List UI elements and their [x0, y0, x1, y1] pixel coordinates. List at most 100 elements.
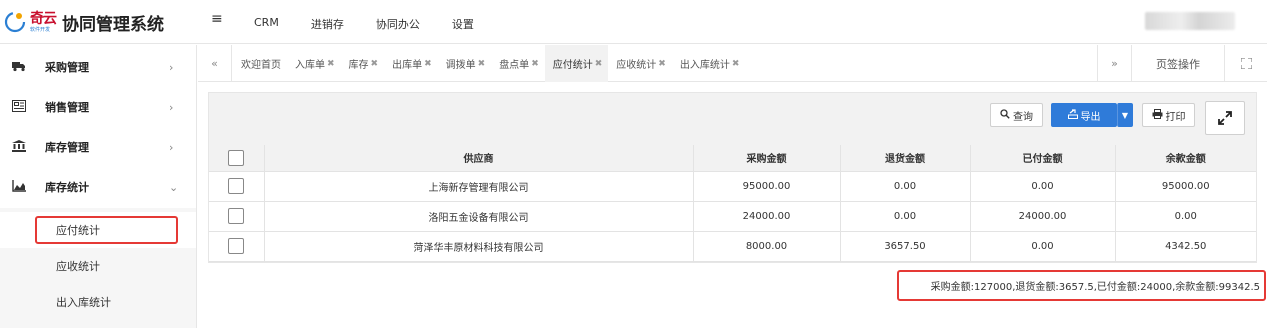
close-icon[interactable]: ✖ — [531, 59, 539, 69]
sidebar-subitem-label: 应收统计 — [56, 260, 100, 273]
column-header-supplier[interactable]: 供应商 — [263, 145, 694, 172]
sidebar-item-purchase[interactable]: 采购管理 › — [0, 47, 196, 87]
cell-supplier: 菏泽华丰原材料科技有限公司 — [263, 230, 694, 262]
export-label: 导出 — [1080, 111, 1101, 123]
bank-icon — [11, 139, 27, 155]
table-row[interactable]: 洛阳五金设备有限公司 24000.00 0.00 24000.00 0.00 — [209, 200, 1256, 232]
tab-label: 出库单 — [392, 60, 423, 71]
print-label: 打印 — [1165, 111, 1186, 123]
tabs-scroll-right-icon[interactable]: » — [1097, 45, 1131, 82]
row-checkbox[interactable] — [228, 238, 245, 254]
tab-label: 应付统计 — [552, 60, 593, 71]
logo-mark-icon — [4, 10, 26, 34]
select-all-checkbox[interactable] — [228, 149, 245, 166]
row-checkbox[interactable] — [228, 208, 245, 224]
chevron-right-icon: › — [169, 100, 174, 114]
tab-stocktake[interactable]: 盘点单 ✖ — [491, 45, 545, 82]
sidebar-subitem-receivables[interactable]: 应收统计 — [0, 248, 196, 284]
tab-label: 盘点单 — [499, 60, 530, 71]
sidebar-subitem-label: 应付统计 — [56, 224, 100, 237]
search-icon — [1000, 108, 1010, 122]
totals-summary: 采购金额:127000,退货金额:3657.5,已付金额:24000,余款金额:… — [897, 270, 1266, 301]
column-header-purchase-amount[interactable]: 采购金额 — [692, 145, 841, 172]
cell-supplier: 洛阳五金设备有限公司 — [263, 200, 694, 232]
close-icon[interactable]: ✖ — [371, 59, 379, 69]
chevron-right-icon: › — [169, 60, 174, 74]
logo-brand-name: 奇云 — [30, 10, 57, 27]
user-profile-blurred[interactable] — [1145, 12, 1235, 30]
cell-balance-amount: 95000.00 — [1114, 170, 1256, 202]
tab-stock[interactable]: 库存 ✖ — [341, 45, 385, 82]
tab-inout-stats[interactable]: 出入库统计 ✖ — [672, 45, 746, 82]
tabs-scroll-left-icon[interactable]: « — [198, 45, 232, 82]
close-icon[interactable]: ✖ — [327, 59, 335, 69]
tab-stock-out[interactable]: 出库单 ✖ — [384, 45, 438, 82]
tab-strip: « 欢迎首页 入库单 ✖ 库存 ✖ 出库单 ✖ 调拨单 ✖ 盘点单 ✖ 应付统计 ✖ 应收统… — [198, 45, 1267, 82]
sidebar-subitem-payables[interactable]: 应付统计 — [0, 212, 196, 248]
topnav-item-crm[interactable]: CRM — [254, 16, 279, 32]
cell-return-amount: 3657.50 — [839, 230, 971, 262]
sidebar-item-label: 销售管理 — [45, 101, 89, 114]
topnav-item-inventory[interactable]: 进销存 — [311, 16, 344, 32]
close-icon[interactable]: ✖ — [478, 59, 486, 69]
app-logo[interactable]: 奇云 软件开发 协同管理系统 — [4, 6, 194, 38]
register-icon — [11, 99, 27, 115]
print-button[interactable]: 打印 — [1142, 103, 1195, 127]
row-checkbox-cell — [209, 170, 265, 202]
tab-welcome[interactable]: 欢迎首页 — [233, 45, 287, 82]
payables-table: 供应商 采购金额 退货金额 已付金额 余款金额 上海新存管理有限公司 95000… — [209, 145, 1256, 262]
export-button[interactable]: 导出 — [1051, 103, 1117, 127]
export-dropdown-caret-icon[interactable]: ▼ — [1117, 103, 1133, 127]
printer-icon — [1152, 108, 1163, 122]
top-header: 奇云 软件开发 协同管理系统 ≡ CRM 进销存 协同办公 设置 — [0, 0, 1267, 44]
table-row[interactable]: 上海新存管理有限公司 95000.00 0.00 0.00 95000.00 — [209, 170, 1256, 202]
close-icon[interactable]: ✖ — [658, 59, 666, 69]
tab-payables[interactable]: 应付统计 ✖ — [544, 45, 609, 82]
table-row[interactable]: 菏泽华丰原材料科技有限公司 8000.00 3657.50 0.00 4342.… — [209, 230, 1256, 262]
cell-purchase-amount: 24000.00 — [692, 200, 841, 232]
sidebar-item-sales[interactable]: 销售管理 › — [0, 87, 196, 127]
sidebar-item-label: 库存管理 — [45, 141, 89, 154]
tab-receivables[interactable]: 应收统计 ✖ — [608, 45, 672, 82]
cell-paid-amount: 0.00 — [969, 170, 1116, 202]
close-icon[interactable]: ✖ — [595, 59, 603, 69]
table-header-row: 供应商 采购金额 退货金额 已付金额 余款金额 — [209, 145, 1256, 172]
expand-icon[interactable] — [1205, 101, 1245, 135]
cell-purchase-amount: 95000.00 — [692, 170, 841, 202]
top-nav: CRM 进销存 协同办公 设置 — [254, 16, 506, 32]
chevron-right-icon: › — [169, 140, 174, 154]
tab-label: 入库单 — [295, 60, 325, 71]
content-panel: 查询 导出 ▼ 打印 供应商 采购金额 退货金额 已付金额 余款金额 上海新存管… — [208, 92, 1257, 263]
cell-paid-amount: 0.00 — [969, 230, 1116, 262]
row-checkbox[interactable] — [228, 178, 245, 194]
close-icon[interactable]: ✖ — [424, 59, 432, 69]
sidebar-item-label: 采购管理 — [45, 61, 89, 74]
cell-return-amount: 0.00 — [839, 200, 971, 232]
sidebar-subitem-label: 出入库统计 — [56, 296, 111, 309]
tab-operations-button[interactable]: 页签操作 — [1131, 45, 1224, 82]
column-header-return-amount[interactable]: 退货金额 — [839, 145, 971, 172]
tab-transfer[interactable]: 调拨单 ✖ — [438, 45, 492, 82]
cell-supplier: 上海新存管理有限公司 — [263, 170, 694, 202]
tab-stock-in[interactable]: 入库单 ✖ — [287, 45, 341, 82]
tab-label: 应收统计 — [616, 60, 657, 71]
query-button[interactable]: 查询 — [990, 103, 1043, 127]
tab-list: 欢迎首页 入库单 ✖ 库存 ✖ 出库单 ✖ 调拨单 ✖ 盘点单 ✖ 应付统计 ✖ 应收统计 ✖… — [233, 45, 745, 82]
sidebar-item-stock-stats[interactable]: 库存统计 ⌄ — [0, 167, 196, 207]
menu-toggle-icon[interactable]: ≡ — [211, 11, 223, 27]
topnav-item-office[interactable]: 协同办公 — [376, 16, 420, 32]
toolbar: 查询 导出 ▼ 打印 — [209, 93, 1256, 145]
fullscreen-icon[interactable] — [1224, 45, 1267, 82]
column-header-paid-amount[interactable]: 已付金额 — [969, 145, 1116, 172]
sidebar-item-label: 库存统计 — [45, 181, 89, 194]
sidebar-subitem-inout-stats[interactable]: 出入库统计 — [0, 284, 196, 320]
topnav-item-settings[interactable]: 设置 — [452, 16, 474, 32]
select-all-checkbox-cell — [209, 145, 265, 172]
column-header-balance-amount[interactable]: 余款金额 — [1114, 145, 1256, 172]
query-label: 查询 — [1013, 111, 1033, 123]
cell-purchase-amount: 8000.00 — [692, 230, 841, 262]
tab-label: 欢迎首页 — [241, 60, 281, 71]
cell-balance-amount: 4342.50 — [1114, 230, 1256, 262]
sidebar-item-stock[interactable]: 库存管理 › — [0, 127, 196, 167]
close-icon[interactable]: ✖ — [732, 59, 740, 69]
